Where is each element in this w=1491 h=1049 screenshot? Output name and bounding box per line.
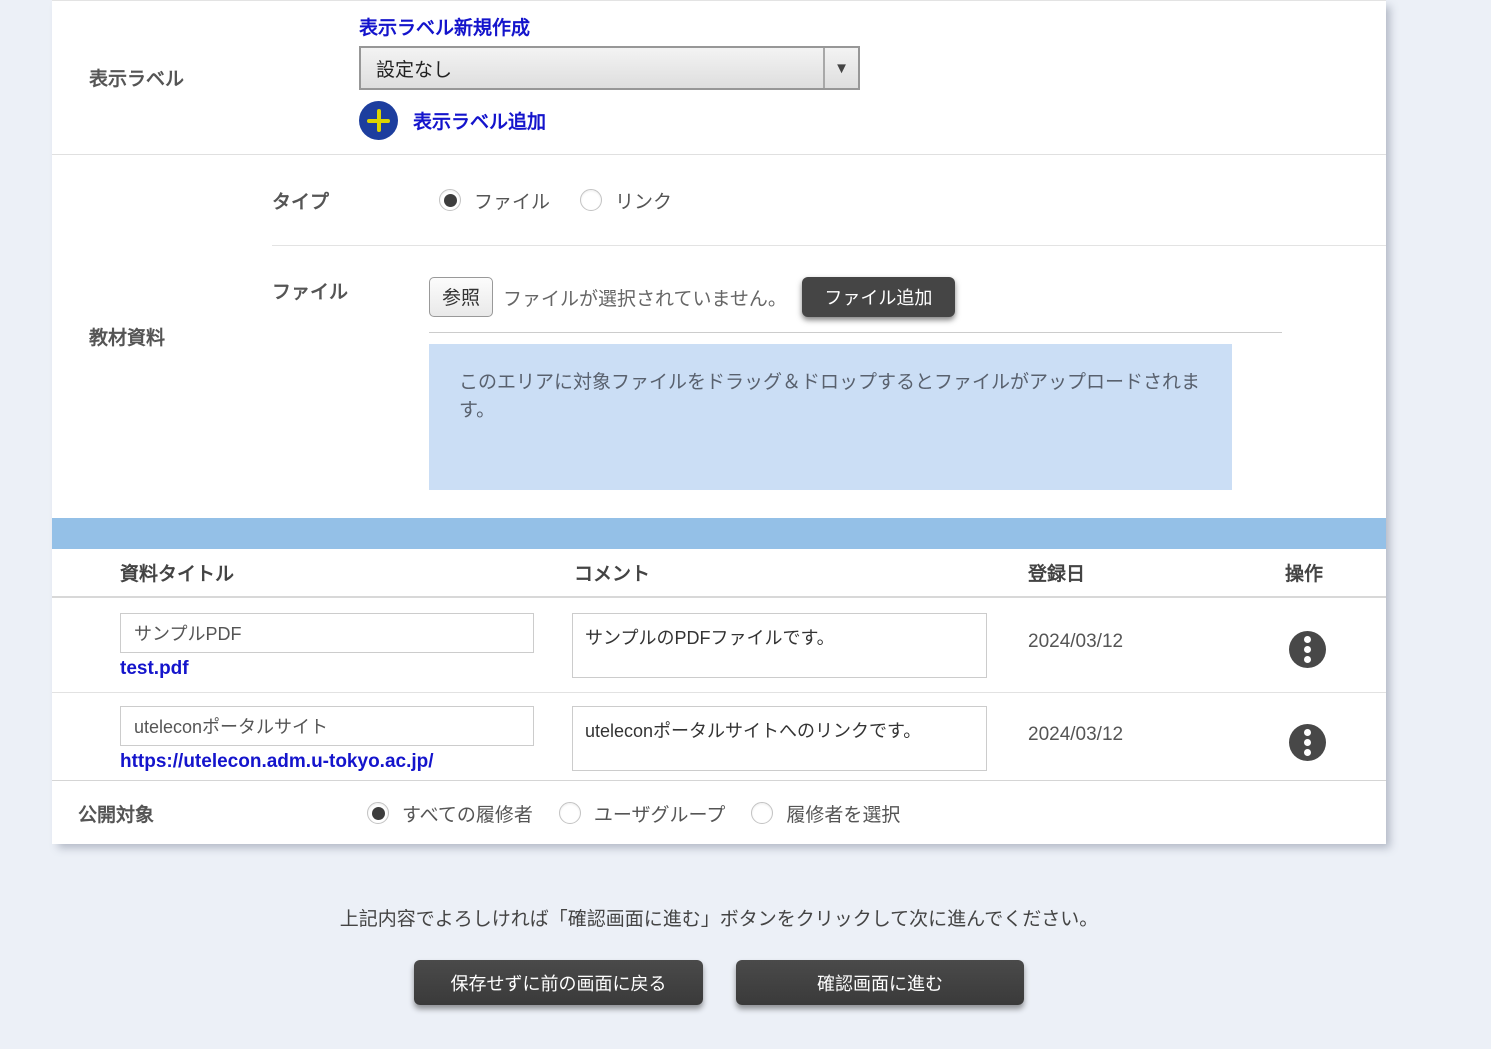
back-button[interactable]: 保存せずに前の画面に戻る: [414, 960, 703, 1005]
publish-radio-all[interactable]: [367, 802, 389, 824]
create-display-label-link[interactable]: 表示ラベル新規作成: [359, 18, 530, 39]
material-table-row: test.pdf サンプルのPDFファイルです。 2024/03/12: [52, 598, 1386, 693]
publish-radio-item-group[interactable]: ユーザグループ: [559, 800, 725, 827]
type-radio-file[interactable]: [439, 189, 461, 211]
footer: 上記内容でよろしければ「確認画面に進む」ボタンをクリックして次に進んでください。…: [52, 844, 1386, 1005]
row-actions-button[interactable]: [1289, 724, 1326, 761]
plus-icon[interactable]: [359, 101, 398, 140]
publish-radio-select-label: 履修者を選択: [786, 800, 900, 827]
material-url-link[interactable]: https://utelecon.adm.u-tokyo.ac.jp/: [120, 751, 434, 773]
header-title: 資料タイトル: [120, 559, 572, 586]
display-label-select-value: 設定なし: [361, 55, 823, 82]
material-section-label: 教材資料: [89, 323, 165, 350]
browse-button[interactable]: 参照: [429, 277, 493, 317]
publish-radio-group[interactable]: [559, 802, 581, 824]
material-file-row: ファイル 参照 ファイルが選択されていません。 ファイル追加 このエリアに対象フ…: [272, 246, 1386, 490]
materials-table-header: 資料タイトル コメント 登録日 操作: [52, 549, 1386, 598]
display-label-row-label: 表示ラベル: [89, 64, 184, 91]
material-type-row: タイプ ファイル リンク: [272, 155, 1386, 246]
material-registered-date: 2024/03/12: [1026, 613, 1280, 692]
material-table-row: https://utelecon.adm.u-tokyo.ac.jp/ utel…: [52, 693, 1386, 781]
display-label-row: 表示ラベル 表示ラベル新規作成 設定なし ▼ 表示ラベル追加: [52, 1, 1386, 155]
table-top-bar: [52, 518, 1386, 549]
type-radio-item-file[interactable]: ファイル: [439, 187, 550, 214]
material-registered-date: 2024/03/12: [1026, 706, 1280, 780]
type-row-label: タイプ: [272, 187, 429, 214]
upload-divider: [429, 332, 1282, 333]
row-actions-button[interactable]: [1289, 631, 1326, 668]
material-section: 教材資料 タイプ ファイル リンク ファイル: [52, 155, 1386, 518]
file-row-label: ファイル: [272, 277, 429, 490]
publish-radio-all-label: すべての履修者: [402, 800, 533, 827]
chevron-down-icon[interactable]: ▼: [823, 48, 858, 88]
proceed-button[interactable]: 確認画面に進む: [736, 960, 1024, 1005]
publish-radio-group-label: ユーザグループ: [594, 800, 725, 827]
material-title-input[interactable]: [120, 613, 534, 653]
instruction-text: 上記内容でよろしければ「確認画面に進む」ボタンをクリックして次に進んでください。: [52, 844, 1386, 931]
type-radio-link-label: リンク: [615, 187, 672, 214]
publish-target-label: 公開対象: [78, 805, 154, 826]
publish-radio-select[interactable]: [751, 802, 773, 824]
material-title-input[interactable]: [120, 706, 534, 746]
type-radio-item-link[interactable]: リンク: [580, 187, 672, 214]
add-display-label-link[interactable]: 表示ラベル追加: [413, 107, 546, 134]
header-actions: 操作: [1280, 559, 1386, 586]
file-status-text: ファイルが選択されていません。: [503, 284, 787, 311]
publish-radio-item-all[interactable]: すべての履修者: [367, 800, 533, 827]
header-registered-date: 登録日: [1026, 559, 1280, 586]
publish-radio-item-select[interactable]: 履修者を選択: [751, 800, 900, 827]
material-form-card: 表示ラベル 表示ラベル新規作成 設定なし ▼ 表示ラベル追加 教材資料 タイプ: [52, 0, 1386, 844]
type-radio-file-label: ファイル: [474, 187, 550, 214]
display-label-select[interactable]: 設定なし ▼: [359, 46, 860, 90]
file-dropzone[interactable]: このエリアに対象ファイルをドラッグ＆ドロップするとファイルがアップロードされます…: [429, 344, 1232, 490]
material-comment-textarea[interactable]: サンプルのPDFファイルです。: [572, 613, 987, 678]
add-file-button[interactable]: ファイル追加: [802, 277, 955, 317]
header-comment: コメント: [572, 559, 1026, 586]
material-comment-textarea[interactable]: uteleconポータルサイトへのリンクです。: [572, 706, 987, 771]
publish-target-row: 公開対象 すべての履修者 ユーザグループ 履修者を選択: [52, 781, 1386, 845]
type-radio-link[interactable]: [580, 189, 602, 211]
material-file-link[interactable]: test.pdf: [120, 658, 189, 680]
